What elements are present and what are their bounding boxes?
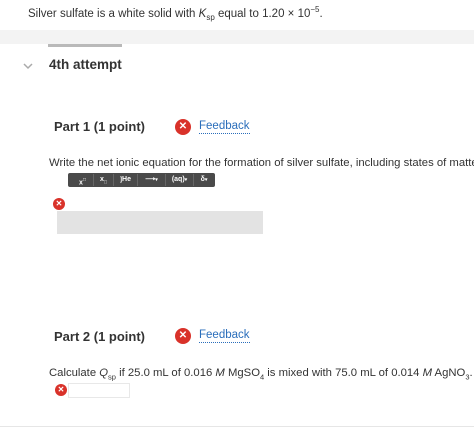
intro-period: . [319,7,323,20]
equation-toolbar: x□ x□ ]He ⟶▾ (aq)▾ δ▾ [68,173,215,187]
part1-answer-input[interactable] [57,211,263,234]
state-icon: (aq) [171,176,185,183]
intro-exponent: −5 [310,5,320,14]
q-symbol: Q [99,367,109,379]
intro-text: Silver sulfate is a white solid with [28,7,199,20]
answer-incorrect-icon: ✕ [53,198,65,210]
incorrect-icon: ✕ [175,119,191,135]
part2-answer-input[interactable] [68,383,130,398]
superscript-button[interactable]: x□ [72,174,94,186]
part2-feedback-link[interactable]: Feedback [199,329,250,343]
intro-value: equal to 1.20 × 10 [214,7,311,20]
q-text-3: is mixed with 75.0 mL of 0.014 [264,367,423,379]
q-text-4: AgNO [432,367,466,379]
problem-statement: Silver sulfate is a white solid with Ksp… [28,5,323,22]
q-text-2: MgSO [224,367,260,379]
q-end: . [469,367,473,379]
part2-question: Calculate Qsp if 25.0 mL of 0.016 M MgSO… [49,367,473,381]
delta-button[interactable]: δ▾ [194,174,214,186]
k-subscript: sp [206,13,215,23]
element-icon: He [122,176,131,183]
part1-question: Write the net ionic equation for the for… [49,157,474,169]
molarity-symbol: M [215,367,225,379]
q-prefix: Calculate [49,367,100,379]
part2-title: Part 2 (1 point) [54,329,146,344]
section-separator [0,30,474,44]
section-indicator-bar [48,44,122,47]
answer-incorrect-icon: ✕ [55,384,67,396]
part1-feedback-link[interactable]: Feedback [199,120,250,134]
state-button[interactable]: (aq)▾ [166,174,194,186]
reaction-arrow-icon: ⟶ [145,176,156,183]
chevron-down-icon[interactable] [22,60,34,72]
incorrect-icon: ✕ [175,328,191,344]
q-text-1: if 25.0 mL of 0.016 [115,367,216,379]
subscript-button[interactable]: x□ [94,174,114,186]
q-subscript: sp [108,372,116,382]
reaction-arrow-button[interactable]: ⟶▾ [138,174,166,186]
molarity-symbol: M [422,367,433,379]
attempt-label: 4th attempt [49,57,122,72]
divider [0,426,474,427]
element-button[interactable]: ]He [114,174,138,186]
part1-title: Part 1 (1 point) [54,119,146,134]
